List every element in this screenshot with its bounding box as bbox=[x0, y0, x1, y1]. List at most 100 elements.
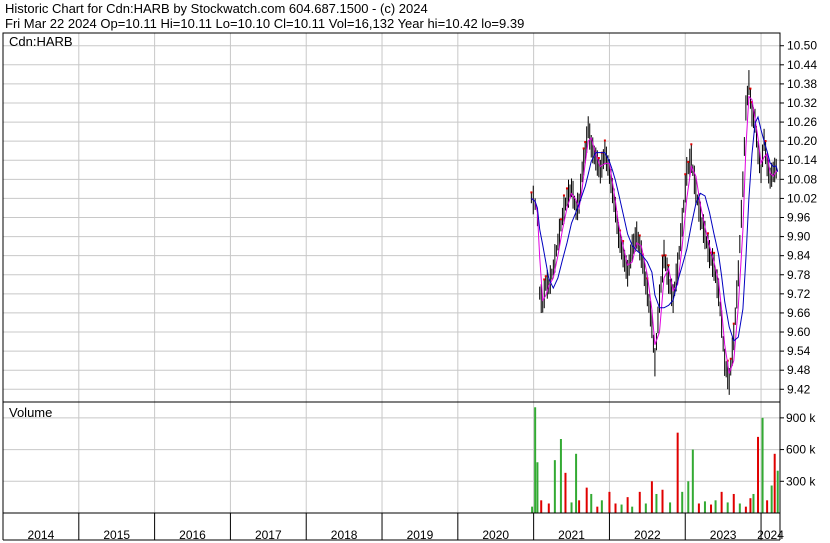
price-tick-label: 9.60 bbox=[787, 325, 811, 339]
volume-bar bbox=[703, 501, 706, 513]
volume-bar bbox=[600, 500, 603, 513]
price-close-mark bbox=[729, 357, 732, 360]
volume-bar bbox=[655, 493, 658, 513]
volume-bar bbox=[547, 503, 550, 513]
price-close-mark bbox=[638, 234, 641, 237]
price-tick-label: 9.54 bbox=[787, 344, 811, 358]
volume-bar bbox=[766, 500, 769, 513]
year-label: 2021 bbox=[558, 528, 585, 542]
volume-bar bbox=[620, 504, 623, 513]
grid-layer bbox=[2, 33, 784, 540]
price-close-mark bbox=[684, 173, 687, 176]
volume-bar bbox=[669, 502, 672, 513]
price-close-mark bbox=[584, 141, 587, 144]
volume-panel-label: Volume bbox=[9, 405, 52, 420]
volume-bar bbox=[559, 439, 562, 513]
price-close-mark bbox=[565, 187, 568, 190]
volume-tick-label: 900 k bbox=[786, 411, 816, 425]
volume-bar bbox=[710, 504, 713, 513]
price-tick-label: 9.90 bbox=[787, 230, 811, 244]
price-tick-label: 9.84 bbox=[787, 249, 811, 263]
year-label: 2023 bbox=[710, 528, 737, 542]
price-close-mark bbox=[667, 264, 670, 267]
price-tick-label: 10.38 bbox=[787, 77, 817, 91]
volume-bar bbox=[608, 491, 611, 513]
price-tick-label: 10.20 bbox=[787, 134, 817, 148]
volume-bar bbox=[749, 498, 752, 513]
price-layer bbox=[530, 70, 779, 395]
price-tick-label: 10.32 bbox=[787, 96, 817, 110]
volume-bar bbox=[578, 500, 581, 513]
volume-bar bbox=[770, 485, 773, 513]
volume-bar bbox=[761, 417, 764, 513]
volume-bar bbox=[564, 472, 567, 513]
volume-bar bbox=[540, 500, 543, 513]
price-tick-label: 9.42 bbox=[787, 382, 811, 396]
volume-bar bbox=[726, 502, 729, 513]
volume-bar bbox=[691, 449, 694, 513]
volume-bar bbox=[687, 481, 690, 513]
volume-bar bbox=[661, 489, 664, 513]
axis-labels: 10.50 10.44 10.38 10.32 10.26 10.20 10.14 10.08… bbox=[28, 39, 818, 542]
volume-bar bbox=[681, 491, 684, 513]
year-label: 2020 bbox=[482, 528, 509, 542]
year-label: 2016 bbox=[179, 528, 206, 542]
price-close-mark bbox=[713, 251, 716, 254]
price-close-mark bbox=[687, 160, 690, 163]
year-label: 2017 bbox=[255, 528, 282, 542]
volume-tick-label: 300 k bbox=[786, 474, 816, 488]
price-close-mark bbox=[706, 232, 709, 235]
price-tick-label: 10.50 bbox=[787, 39, 817, 53]
volume-bar bbox=[738, 503, 741, 513]
price-close-mark bbox=[543, 278, 546, 281]
price-close-mark bbox=[661, 254, 664, 257]
volume-layer bbox=[531, 407, 779, 513]
price-tick-label: 9.66 bbox=[787, 306, 811, 320]
volume-bar bbox=[650, 481, 653, 513]
price-close-mark bbox=[582, 147, 585, 150]
volume-bar bbox=[644, 503, 647, 513]
volume-bar bbox=[720, 491, 723, 513]
price-close-mark bbox=[690, 143, 693, 146]
volume-bar bbox=[585, 487, 588, 513]
volume-tick-label: 600 k bbox=[786, 443, 816, 457]
stock-chart: Cdn:HARB Volume 10.50 10.44 10.38 10.32 10.2… bbox=[2, 32, 818, 542]
volume-bar bbox=[773, 453, 776, 513]
volume-bar bbox=[553, 460, 556, 513]
price-close-mark bbox=[603, 139, 606, 142]
price-close-mark bbox=[562, 194, 565, 197]
moving-average-long bbox=[531, 115, 779, 342]
price-close-mark bbox=[664, 254, 667, 257]
price-tick-label: 9.48 bbox=[787, 363, 811, 377]
price-tick-label: 10.26 bbox=[787, 115, 817, 129]
volume-bar bbox=[676, 432, 679, 513]
volume-bar bbox=[697, 503, 700, 513]
price-tick-label: 10.44 bbox=[787, 58, 817, 72]
year-label: 2019 bbox=[407, 528, 434, 542]
volume-bar bbox=[714, 500, 717, 513]
price-tick-label: 9.72 bbox=[787, 287, 811, 301]
price-tick-label: 10.08 bbox=[787, 172, 817, 186]
volume-bar bbox=[536, 462, 539, 513]
year-label: 2022 bbox=[634, 528, 661, 542]
price-tick-label: 9.78 bbox=[787, 268, 811, 282]
volume-bar bbox=[732, 493, 735, 513]
volume-bar bbox=[757, 436, 760, 513]
volume-bar bbox=[638, 491, 641, 513]
year-label: 2024 bbox=[757, 528, 784, 542]
volume-bar bbox=[614, 503, 617, 513]
volume-bar bbox=[596, 506, 599, 513]
price-close-mark bbox=[764, 140, 767, 143]
price-panel-label: Cdn:HARB bbox=[9, 34, 73, 49]
volume-bar bbox=[626, 497, 629, 513]
volume-bar bbox=[570, 502, 573, 513]
volume-bar bbox=[590, 493, 593, 513]
year-label: 2014 bbox=[28, 528, 55, 542]
volume-bar bbox=[776, 470, 779, 513]
price-close-mark bbox=[597, 157, 600, 160]
price-close-mark bbox=[544, 275, 547, 278]
year-label: 2015 bbox=[103, 528, 130, 542]
volume-bar bbox=[531, 506, 534, 513]
volume-bar bbox=[744, 506, 747, 513]
volume-bar bbox=[575, 453, 578, 513]
